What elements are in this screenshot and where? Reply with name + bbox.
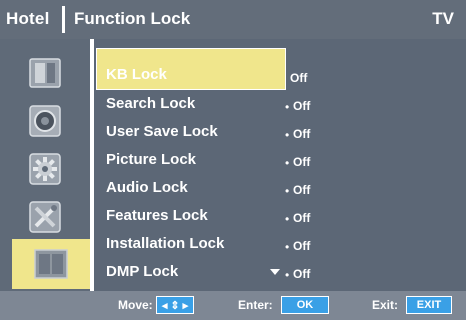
menu-item-value: Off [290,71,308,85]
lock-panel-icon [34,249,68,279]
enter-label: Enter: [238,298,273,312]
menu-item-label: Features Lock [106,207,208,224]
picture-icon [29,58,61,88]
menu-item-search-lock[interactable]: Search Lock • Off [90,91,466,119]
tv-osd-screen: Hotel Function Lock TV KB Lock Off Searc… [0,0,466,320]
menu-item-value: Off [293,183,311,197]
menu-item-installation-lock[interactable]: Installation Lock • Off [90,231,466,259]
menu-title: Hotel [6,9,50,28]
category-sidebar [0,39,90,291]
title-separator [62,6,65,33]
move-button[interactable]: ◂ ⇕ ▸ [156,296,194,314]
sidebar-item-audio[interactable] [14,99,76,143]
menu-item-label: Installation Lock [106,235,225,252]
tools-icon [29,201,61,233]
sidebar-item-settings[interactable] [14,147,76,191]
header-bar: Hotel Function Lock TV [0,0,466,39]
menu-item-label: KB Lock [106,66,167,83]
menu-item-value: Off [293,239,311,253]
value-bullet: • [285,212,290,226]
sidebar-item-lock[interactable] [12,239,90,289]
value-bullet: • [285,268,290,282]
audio-icon [29,105,61,137]
exit-label: Exit: [372,298,399,312]
menu-item-label: User Save Lock [106,123,218,140]
menu-item-value: Off [293,155,311,169]
menu-item-user-save-lock[interactable]: User Save Lock • Off [90,119,466,147]
menu-item-audio-lock[interactable]: Audio Lock • Off [90,175,466,203]
menu-item-value: Off [293,267,311,281]
function-lock-menu: KB Lock Off Search Lock • Off User Save … [90,39,466,291]
scroll-down-icon[interactable] [270,269,280,275]
value-bullet: • [285,100,290,114]
menu-item-kb-lock[interactable]: KB Lock Off [90,48,466,90]
gear-icon [29,153,61,185]
sidebar-item-picture[interactable] [14,51,76,95]
sidebar-item-tools[interactable] [14,195,76,239]
exit-button[interactable]: EXIT [406,296,452,314]
menu-item-label: Picture Lock [106,151,197,168]
value-bullet: • [285,128,290,142]
value-bullet: • [285,156,290,170]
menu-item-label: Audio Lock [106,179,188,196]
menu-item-label: DMP Lock [106,263,179,280]
menu-item-features-lock[interactable]: Features Lock • Off [90,203,466,231]
page-title: Function Lock [74,9,191,28]
value-bullet: • [285,184,290,198]
menu-item-label: Search Lock [106,95,196,112]
ok-button[interactable]: OK [281,296,329,314]
menu-item-value: Off [293,211,311,225]
footer-bar: Move: ◂ ⇕ ▸ Enter: OK Exit: EXIT [0,291,466,320]
value-bullet: • [285,240,290,254]
menu-item-value: Off [293,99,311,113]
menu-item-picture-lock[interactable]: Picture Lock • Off [90,147,466,175]
move-label: Move: [118,298,153,312]
source-label: TV [432,9,454,28]
menu-item-value: Off [293,127,311,141]
menu-divider [90,39,94,291]
